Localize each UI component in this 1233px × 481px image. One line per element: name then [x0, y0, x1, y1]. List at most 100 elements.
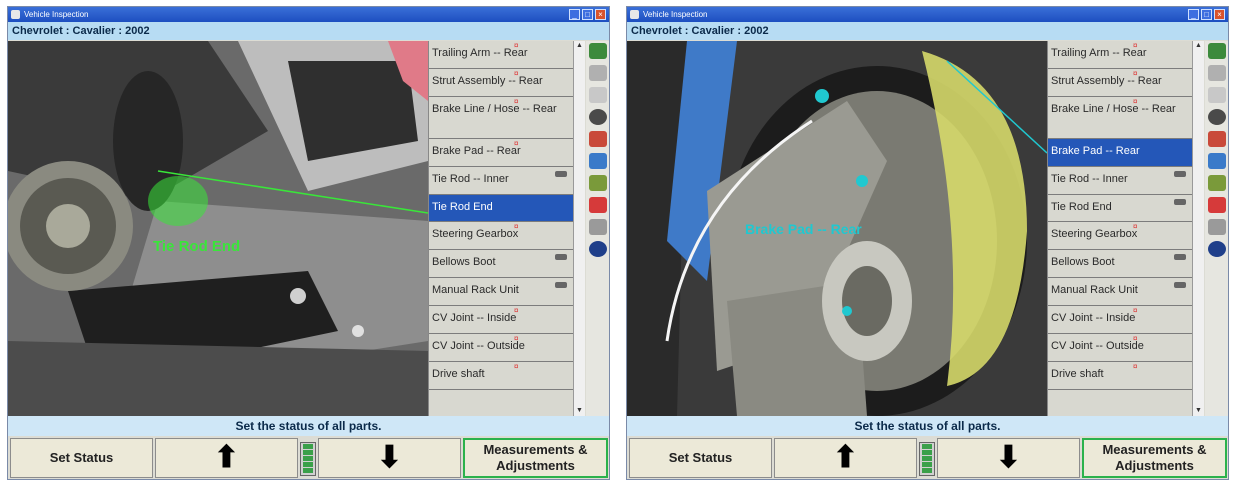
function-button-row: Set Status ⬆ ⬇ Measurements & Adjustment…	[627, 436, 1228, 479]
function-button-row: Set Status ⬆ ⬇ Measurements & Adjustment…	[8, 436, 609, 479]
maximize-icon[interactable]: □	[1201, 9, 1212, 20]
window-controls: _ □ ×	[569, 9, 606, 20]
tools-icon[interactable]	[589, 219, 607, 235]
car-lift-icon[interactable]	[1208, 131, 1226, 147]
lightning-icon[interactable]	[589, 197, 607, 213]
scroll-down-icon[interactable]: ▼	[574, 406, 585, 416]
vehicle-icon[interactable]	[589, 65, 607, 81]
scroll-up-button[interactable]: ⬆	[155, 438, 298, 478]
photo-part-label: Tie Rod End	[153, 238, 240, 255]
photo-part-label: Brake Pad -- Rear	[745, 221, 862, 237]
list-item[interactable]: Steering Gearbox ¤	[1048, 222, 1192, 251]
title-bar: Vehicle Inspection _ □ ×	[627, 7, 1228, 22]
maximize-icon[interactable]: □	[582, 9, 593, 20]
scroll-down-button[interactable]: ⬇	[937, 438, 1080, 478]
status-chip	[1174, 254, 1186, 261]
clipboard-icon[interactable]	[589, 87, 607, 103]
window-controls: _ □ ×	[1188, 9, 1225, 20]
list-item[interactable]: Tie Rod End	[1048, 195, 1192, 223]
inspection-window-right: Vehicle Inspection _ □ × Chevrolet : Cav…	[626, 6, 1229, 480]
parts-scrollbar[interactable]: ▲ ▼	[573, 41, 585, 416]
scroll-up-icon[interactable]: ▲	[1193, 41, 1204, 51]
list-item[interactable]: Manual Rack Unit	[429, 278, 573, 307]
list-item[interactable]: Steering Gearbox ¤	[429, 222, 573, 251]
close-icon[interactable]: ×	[595, 9, 606, 20]
list-item-selected[interactable]: Tie Rod End	[429, 194, 573, 223]
part-photo[interactable]: Brake Pad -- Rear	[627, 41, 1047, 416]
vehicle-bar: Chevrolet : Cavalier : 2002	[627, 22, 1228, 40]
scroll-down-button[interactable]: ⬇	[318, 438, 461, 478]
list-item[interactable]: Brake Line / Hose -- Rear ¤	[429, 97, 573, 139]
list-item[interactable]: Strut Assembly -- Rear ¤	[429, 69, 573, 97]
window-title: Vehicle Inspection	[24, 10, 89, 19]
list-item[interactable]: Bellows Boot	[1048, 250, 1192, 279]
inspection-window-left: Vehicle Inspection _ □ × Chevrolet : Cav…	[7, 6, 610, 480]
title-bar: Vehicle Inspection _ □ ×	[8, 7, 609, 22]
list-item[interactable]: Bellows Boot	[429, 250, 573, 279]
list-item[interactable]: CV Joint -- Outside ¤	[1048, 334, 1192, 362]
list-item[interactable]: Tie Rod -- Inner	[429, 167, 573, 195]
app-icon	[630, 10, 639, 19]
parts-list: Trailing Arm -- Rear ¤ Strut Assembly -- …	[1047, 41, 1192, 416]
list-item[interactable]: Trailing Arm -- Rear ¤	[1048, 41, 1192, 69]
tools-icon[interactable]	[1208, 219, 1226, 235]
set-status-button[interactable]: Set Status	[629, 438, 772, 478]
help-icon[interactable]	[1208, 43, 1226, 59]
person-icon[interactable]	[589, 153, 607, 169]
list-item[interactable]: CV Joint -- Inside ¤	[429, 306, 573, 335]
scroll-up-button[interactable]: ⬆	[774, 438, 917, 478]
app-icon	[11, 10, 20, 19]
list-item-selected[interactable]: Brake Pad -- Rear	[1048, 138, 1192, 167]
tool-icon-bar	[1205, 41, 1228, 416]
minimize-icon[interactable]: _	[1188, 9, 1199, 20]
list-item[interactable]: Drive shaft ¤	[429, 362, 573, 390]
level-meter	[919, 442, 935, 476]
arrow-up-icon: ⬆	[213, 441, 240, 474]
help-icon[interactable]	[589, 43, 607, 59]
clipboard-icon[interactable]	[1208, 87, 1226, 103]
close-icon[interactable]: ×	[1214, 9, 1225, 20]
globe-icon[interactable]	[1208, 241, 1226, 257]
measurements-adjustments-button[interactable]: Measurements & Adjustments	[1082, 438, 1227, 478]
list-item[interactable]: Brake Pad -- Rear ¤	[429, 139, 573, 167]
set-status-button[interactable]: Set Status	[10, 438, 153, 478]
arrow-down-icon: ⬇	[376, 441, 403, 474]
wrench-icon[interactable]	[1208, 109, 1226, 125]
status-chip	[1174, 198, 1186, 205]
printer-icon[interactable]	[589, 175, 607, 191]
person-icon[interactable]	[1208, 153, 1226, 169]
globe-icon[interactable]	[589, 241, 607, 257]
measurements-adjustments-button[interactable]: Measurements & Adjustments	[463, 438, 608, 478]
status-chip	[555, 254, 567, 261]
parts-list: Trailing Arm -- Rear ¤ Strut Assembly -- …	[428, 41, 573, 416]
lightning-icon[interactable]	[1208, 197, 1226, 213]
list-item[interactable]: CV Joint -- Outside ¤	[429, 334, 573, 362]
list-item[interactable]: Manual Rack Unit	[1048, 278, 1192, 307]
status-message: Set the status of all parts.	[627, 416, 1228, 436]
part-photo[interactable]: Tie Rod End	[8, 41, 428, 416]
vehicle-bar: Chevrolet : Cavalier : 2002	[8, 22, 609, 40]
list-item[interactable]: Strut Assembly -- Rear ¤	[1048, 69, 1192, 97]
wrench-icon[interactable]	[589, 109, 607, 125]
minimize-icon[interactable]: _	[569, 9, 580, 20]
status-chip	[1174, 170, 1186, 177]
scroll-down-icon[interactable]: ▼	[1193, 406, 1204, 416]
list-item[interactable]: Trailing Arm -- Rear ¤	[429, 41, 573, 69]
status-chip	[555, 282, 567, 289]
tool-icon-bar	[586, 41, 609, 416]
list-item[interactable]: Brake Line / Hose -- Rear ¤	[1048, 97, 1192, 139]
arrow-up-icon: ⬆	[832, 441, 859, 474]
list-item[interactable]: CV Joint -- Inside ¤	[1048, 306, 1192, 335]
list-item[interactable]: Tie Rod -- Inner	[1048, 167, 1192, 195]
window-title: Vehicle Inspection	[643, 10, 708, 19]
status-message: Set the status of all parts.	[8, 416, 609, 436]
status-chip	[1174, 282, 1186, 289]
car-lift-icon[interactable]	[589, 131, 607, 147]
scroll-up-icon[interactable]: ▲	[574, 41, 585, 51]
list-item[interactable]: Drive shaft ¤	[1048, 362, 1192, 390]
arrow-down-icon: ⬇	[995, 441, 1022, 474]
printer-icon[interactable]	[1208, 175, 1226, 191]
parts-scrollbar[interactable]: ▲ ▼	[1192, 41, 1204, 416]
vehicle-icon[interactable]	[1208, 65, 1226, 81]
level-meter	[300, 442, 316, 476]
